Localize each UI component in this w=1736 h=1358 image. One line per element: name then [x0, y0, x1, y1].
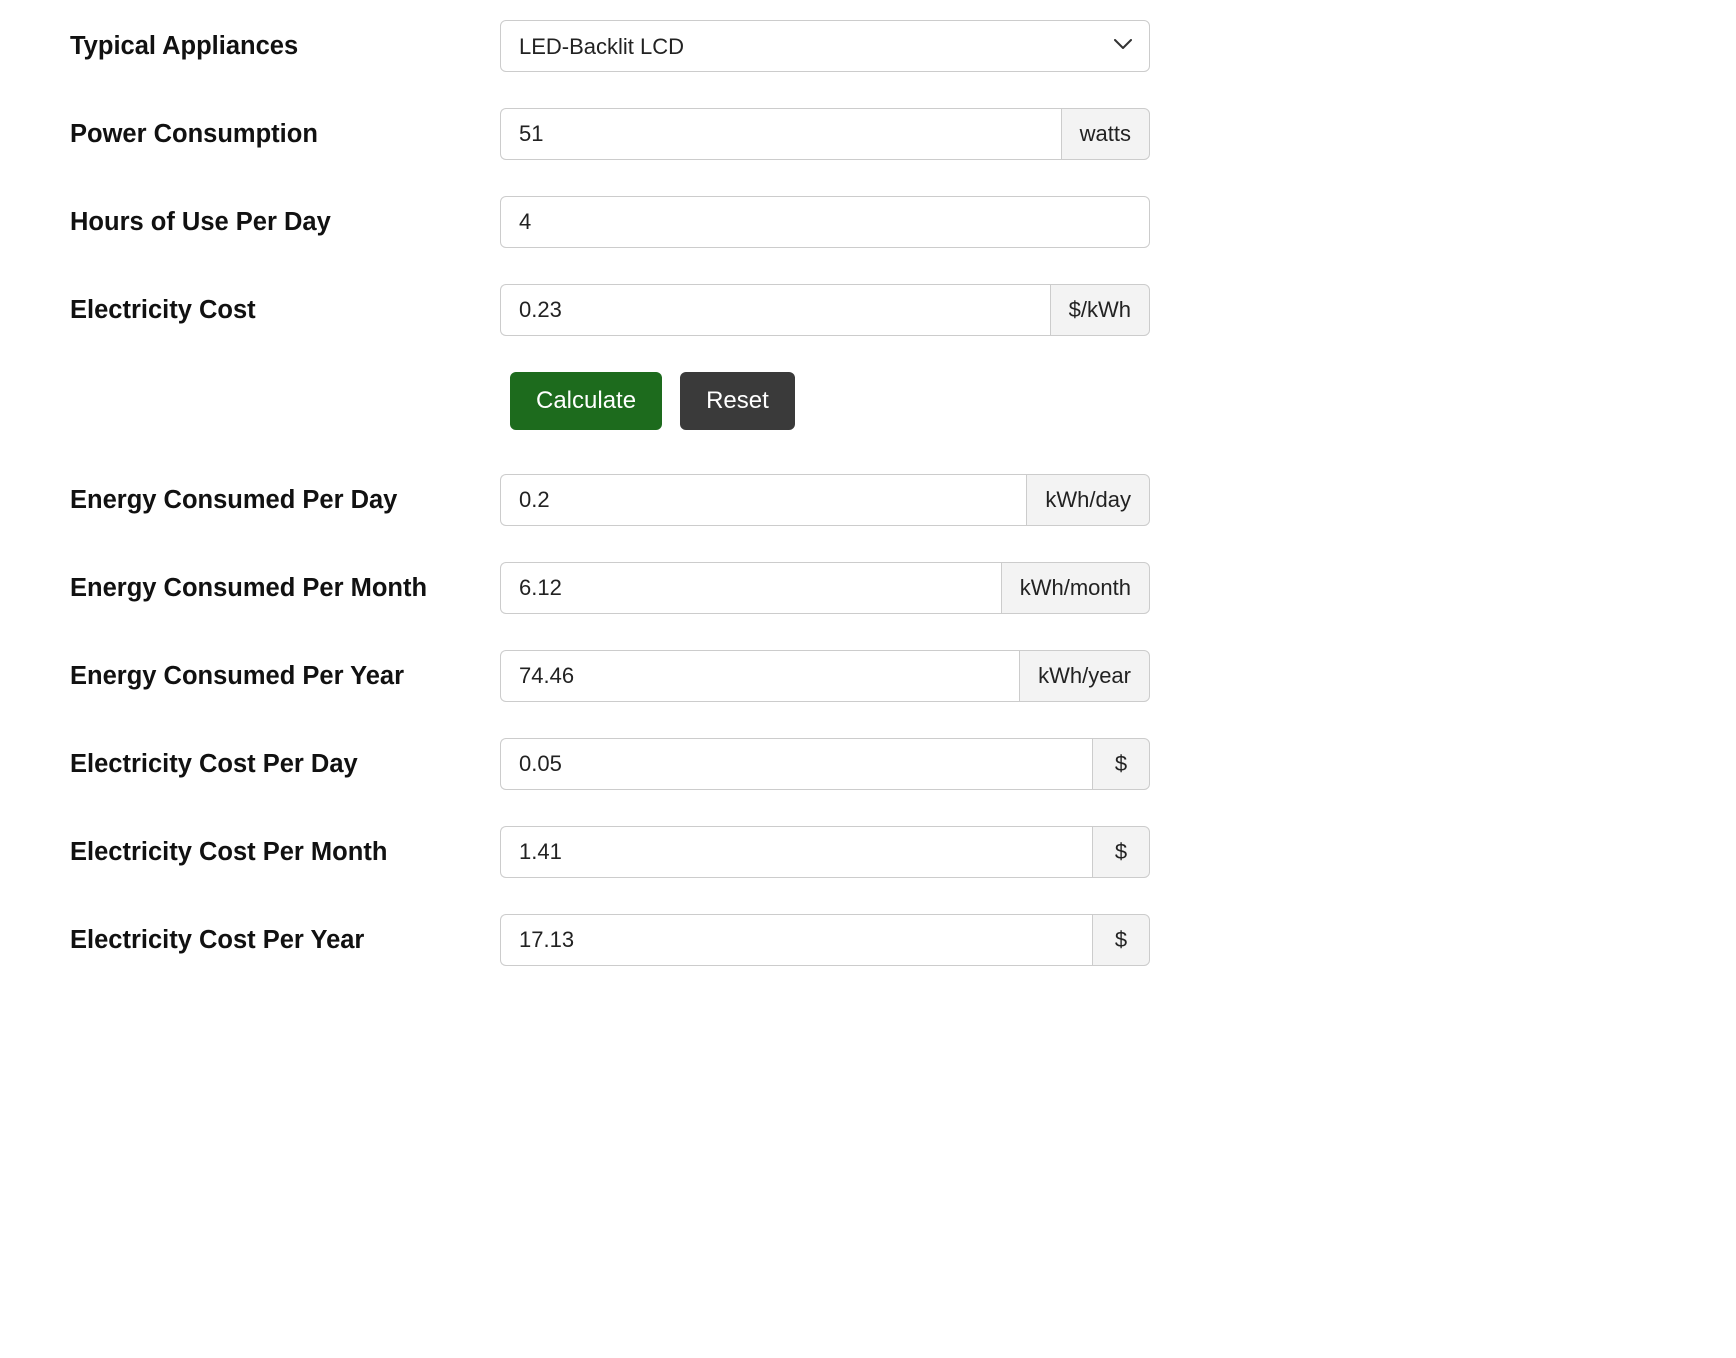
dollar-unit-year: $ — [1092, 914, 1150, 966]
energy-per-month-label: Energy Consumed Per Month — [60, 574, 500, 603]
energy-per-year-output — [500, 650, 1019, 702]
power-consumption-input[interactable] — [500, 108, 1061, 160]
typical-appliances-label: Typical Appliances — [60, 32, 500, 61]
energy-per-year-label: Energy Consumed Per Year — [60, 662, 500, 691]
watts-unit: watts — [1061, 108, 1150, 160]
typical-appliances-select[interactable]: LED-Backlit LCD — [500, 20, 1150, 72]
dollar-per-kwh-unit: $/kWh — [1050, 284, 1150, 336]
kwh-year-unit: kWh/year — [1019, 650, 1150, 702]
kwh-day-unit: kWh/day — [1026, 474, 1150, 526]
energy-per-day-output — [500, 474, 1026, 526]
reset-button[interactable]: Reset — [680, 372, 795, 430]
electricity-cost-label: Electricity Cost — [60, 296, 500, 325]
electricity-cost-input[interactable] — [500, 284, 1050, 336]
dollar-unit-day: $ — [1092, 738, 1150, 790]
cost-per-month-label: Electricity Cost Per Month — [60, 838, 500, 867]
cost-per-month-output — [500, 826, 1092, 878]
hours-per-day-label: Hours of Use Per Day — [60, 208, 500, 237]
power-consumption-label: Power Consumption — [60, 120, 500, 149]
cost-per-year-label: Electricity Cost Per Year — [60, 926, 500, 955]
calculate-button[interactable]: Calculate — [510, 372, 662, 430]
cost-per-day-label: Electricity Cost Per Day — [60, 750, 500, 779]
cost-per-year-output — [500, 914, 1092, 966]
dollar-unit-month: $ — [1092, 826, 1150, 878]
cost-per-day-output — [500, 738, 1092, 790]
kwh-month-unit: kWh/month — [1001, 562, 1150, 614]
energy-per-day-label: Energy Consumed Per Day — [60, 486, 500, 515]
energy-per-month-output — [500, 562, 1001, 614]
hours-per-day-input[interactable] — [500, 196, 1150, 248]
